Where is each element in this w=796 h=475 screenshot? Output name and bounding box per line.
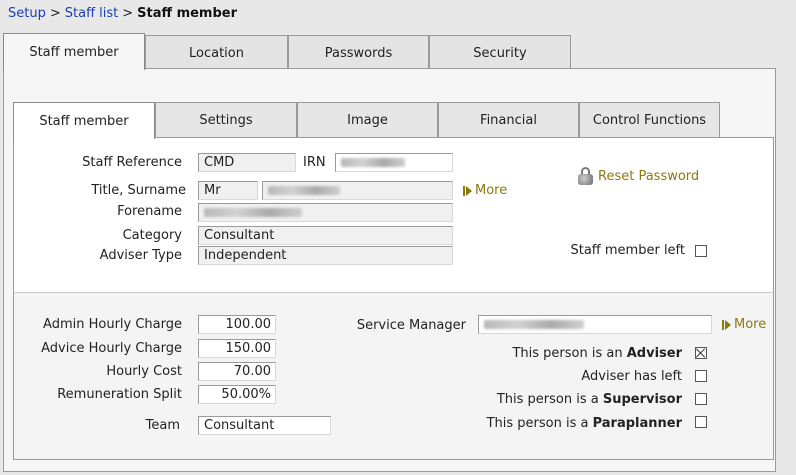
staff-member-left-checkbox[interactable]	[695, 245, 707, 257]
more-label: More	[734, 317, 767, 332]
adviser-type-label: Adviser Type	[99, 248, 182, 263]
breadcrumb-staff-list-link[interactable]: Staff list	[65, 6, 119, 21]
redacted-text	[204, 208, 302, 217]
hourly-cost-label: Hourly Cost	[106, 364, 182, 379]
title-surname-label: Title, Surname	[91, 183, 186, 198]
adviser-has-left-checkbox[interactable]	[695, 370, 707, 382]
paraplanner-checkbox[interactable]	[695, 416, 707, 428]
title-field[interactable]: Mr	[198, 181, 258, 200]
breadcrumb-setup-link[interactable]: Setup	[8, 6, 46, 21]
more-arrow-icon	[722, 319, 731, 330]
staff-reference-field[interactable]: CMD	[198, 153, 296, 172]
tab-label: Passwords	[324, 45, 393, 61]
adviser-has-left-label: Adviser has left	[581, 369, 682, 384]
irn-label: IRN	[303, 155, 326, 170]
remuneration-split-label: Remuneration Split	[57, 387, 182, 402]
paraplanner-role-bold: Paraplanner	[592, 416, 682, 431]
adviser-role-bold: Adviser	[626, 346, 682, 361]
tab-label: Staff member	[29, 44, 119, 60]
adviser-role-label: This person is an Adviser	[512, 346, 682, 361]
subtab-label: Staff member	[39, 113, 129, 129]
team-select[interactable]: Consultant	[198, 416, 331, 435]
surname-field[interactable]	[262, 181, 453, 200]
hourly-cost-field[interactable]: 70.00	[198, 362, 276, 381]
tab-staff-member[interactable]: Staff member	[3, 33, 145, 70]
subtab-label: Control Functions	[592, 113, 707, 128]
forename-label: Forename	[117, 204, 182, 219]
subtab-label: Settings	[199, 113, 253, 128]
irn-field[interactable]	[335, 153, 453, 172]
forename-field[interactable]	[198, 203, 453, 222]
advice-hourly-charge-label: Advice Hourly Charge	[41, 341, 182, 356]
service-manager-more-link[interactable]: More	[722, 317, 767, 332]
supervisor-role-label: This person is a Supervisor	[497, 392, 682, 407]
paraplanner-role-label: This person is a Paraplanner	[487, 416, 682, 431]
redacted-text	[268, 186, 340, 195]
advice-hourly-charge-field[interactable]: 150.00	[198, 339, 276, 358]
staff-member-left-label: Staff member left	[570, 243, 685, 258]
breadcrumb: Setup > Staff list > Staff member	[8, 6, 237, 21]
subtab-control-functions[interactable]: Control Functions	[579, 102, 720, 138]
subtab-financial[interactable]: Financial	[438, 102, 579, 138]
redacted-text	[341, 158, 405, 167]
tab-label: Location	[189, 45, 244, 61]
breadcrumb-separator: >	[122, 6, 134, 21]
tab-passwords[interactable]: Passwords	[288, 35, 429, 70]
category-label: Category	[122, 228, 182, 243]
service-manager-field[interactable]	[478, 315, 712, 334]
remuneration-split-field[interactable]: 50.00%	[198, 385, 276, 404]
redacted-text	[484, 320, 584, 329]
adviser-role-prefix: This person is an	[512, 346, 623, 361]
tab-location[interactable]: Location	[145, 35, 288, 70]
lock-icon	[577, 166, 594, 186]
paraplanner-role-prefix: This person is a	[486, 416, 589, 431]
admin-hourly-charge-field[interactable]: 100.00	[198, 315, 276, 334]
breadcrumb-current: Staff member	[137, 6, 238, 21]
surname-more-link[interactable]: More	[463, 183, 508, 198]
tab-security[interactable]: Security	[429, 35, 571, 70]
reset-password-link[interactable]: Reset Password	[577, 166, 699, 186]
subtab-label: Financial	[480, 113, 537, 128]
tab-label: Security	[473, 45, 527, 61]
subtab-image[interactable]: Image	[297, 102, 438, 138]
subtab-settings[interactable]: Settings	[155, 102, 297, 138]
category-field[interactable]: Consultant	[198, 226, 453, 245]
more-label: More	[475, 183, 508, 198]
supervisor-role-bold: Supervisor	[602, 392, 682, 407]
breadcrumb-separator: >	[49, 6, 61, 21]
admin-hourly-charge-label: Admin Hourly Charge	[43, 317, 182, 332]
subtab-staff-member[interactable]: Staff member	[13, 102, 155, 139]
reset-password-label: Reset Password	[598, 168, 700, 184]
more-arrow-icon	[463, 185, 472, 196]
staff-reference-label: Staff Reference	[82, 155, 182, 170]
service-manager-label: Service Manager	[356, 318, 466, 333]
subtab-label: Image	[347, 113, 388, 128]
supervisor-role-prefix: This person is a	[496, 392, 599, 407]
supervisor-checkbox[interactable]	[695, 393, 707, 405]
team-label: Team	[145, 418, 180, 433]
adviser-type-field[interactable]: Independent	[198, 246, 453, 265]
adviser-checkbox[interactable]	[695, 347, 707, 359]
